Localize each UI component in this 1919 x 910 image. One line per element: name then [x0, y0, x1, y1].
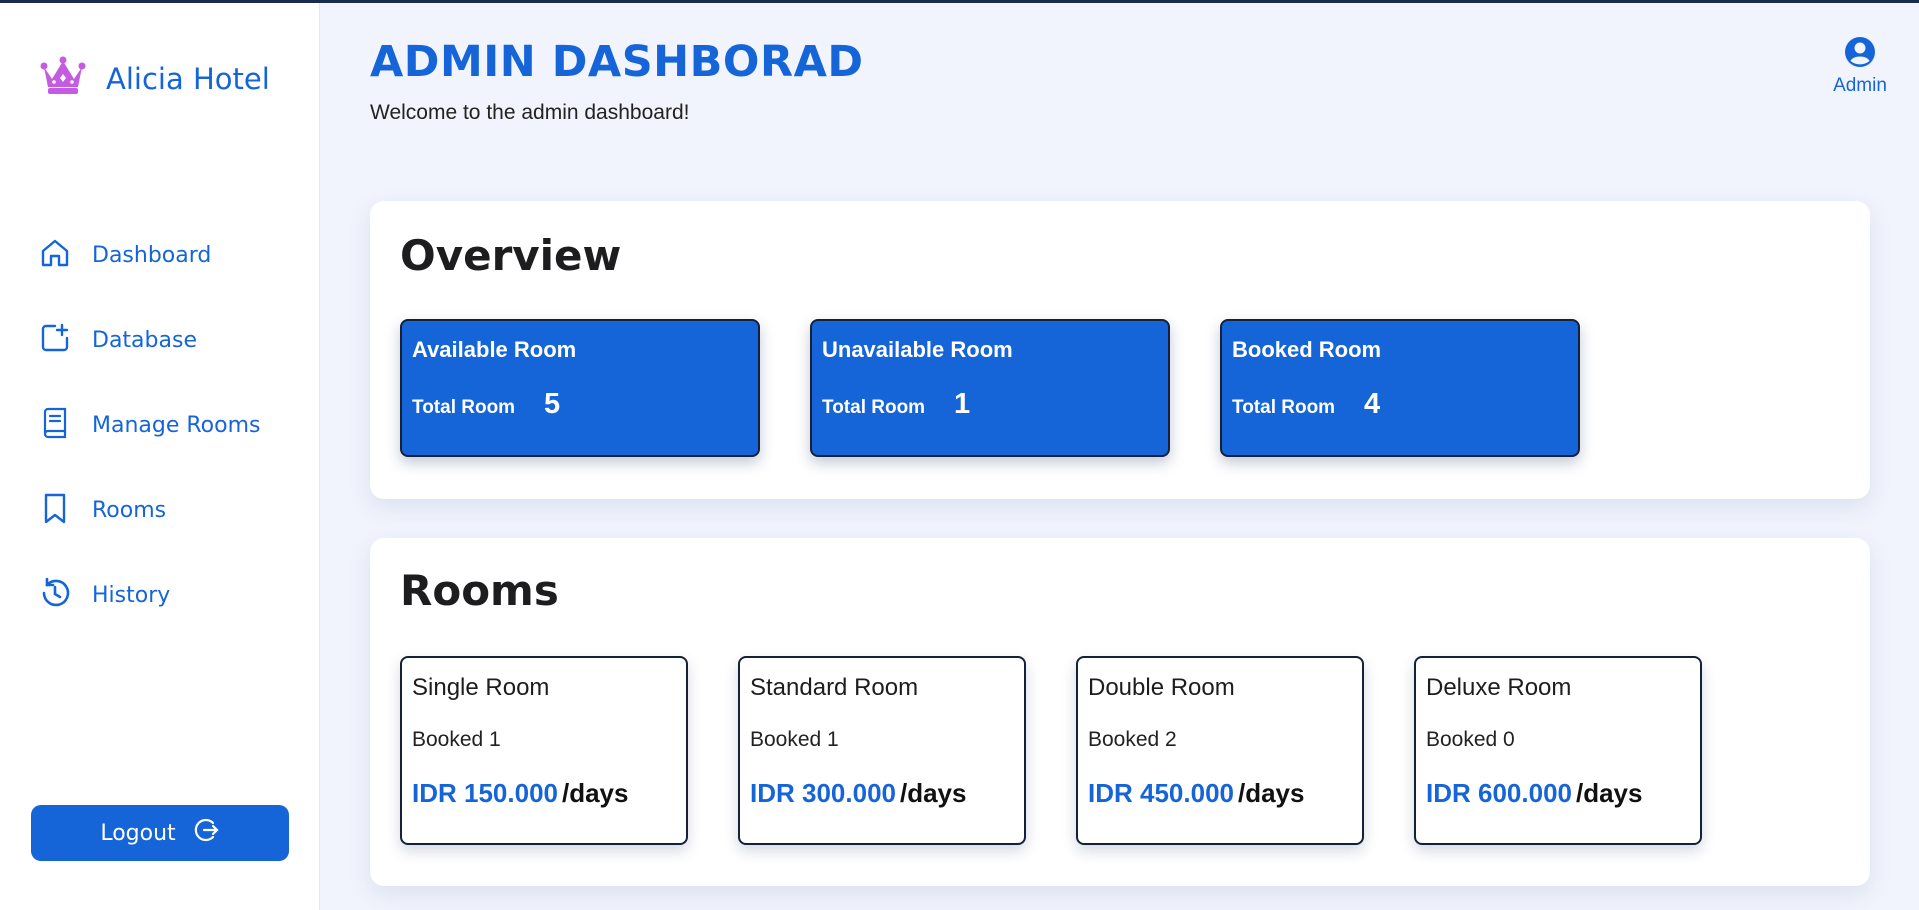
room-booked: Booked 1	[412, 728, 501, 751]
room-name: Double Room	[1088, 674, 1235, 701]
page-subtitle: Welcome to the admin dashboard!	[370, 101, 690, 124]
room-card-standard[interactable]: Standard Room Booked 1 IDR 300.000/days	[738, 656, 1026, 845]
stat-title: Booked Room	[1232, 337, 1382, 362]
sidebar-nav: Dashboard Database Manage Rooms Rooms Hi…	[38, 213, 261, 638]
room-card-single[interactable]: Single Room Booked 1 IDR 150.000/days	[400, 656, 688, 845]
stat-title: Unavailable Room	[822, 337, 1013, 362]
stat-value: 5	[544, 388, 561, 420]
sidebar-item-label: Dashboard	[92, 243, 212, 268]
sidebar-item-manage-rooms[interactable]: Manage Rooms	[38, 383, 261, 468]
stat-sub-label: Total Room	[1232, 397, 1336, 418]
logout-button[interactable]: Logout	[31, 805, 289, 861]
stat-sub-label: Total Room	[412, 397, 516, 418]
stat-value: 1	[954, 388, 971, 420]
sidebar-item-history[interactable]: History	[38, 553, 261, 638]
room-name: Single Room	[412, 674, 550, 701]
room-price: IDR 600.000	[1426, 778, 1572, 808]
overview-panel: Overview Available Room Total Room 5 Una…	[370, 201, 1870, 499]
crown-icon	[40, 55, 86, 102]
sidebar-item-dashboard[interactable]: Dashboard	[38, 213, 261, 298]
room-price-row: IDR 150.000/days	[412, 778, 628, 809]
add-document-icon	[38, 321, 72, 360]
stat-value: 4	[1364, 388, 1381, 420]
sidebar-item-database[interactable]: Database	[38, 298, 261, 383]
stat-title: Available Room	[412, 337, 577, 362]
user-label: Admin	[1833, 75, 1887, 96]
page-title: ADMIN DASHBORAD	[370, 37, 864, 87]
room-booked: Booked 1	[750, 728, 839, 751]
logout-icon	[176, 816, 220, 850]
bookmark-icon	[38, 491, 72, 530]
room-price-unit: /days	[1575, 778, 1643, 808]
room-name: Standard Room	[750, 674, 919, 701]
room-price: IDR 450.000	[1088, 778, 1234, 808]
home-icon	[38, 236, 72, 275]
stat-card-booked[interactable]: Booked Room Total Room 4	[1220, 319, 1580, 457]
room-price-row: IDR 600.000/days	[1426, 778, 1642, 809]
user-menu[interactable]: Admin	[1820, 36, 1900, 97]
room-booked: Booked 0	[1426, 728, 1515, 751]
room-price: IDR 150.000	[412, 778, 558, 808]
sidebar-item-rooms[interactable]: Rooms	[38, 468, 261, 553]
rooms-title: Rooms	[400, 566, 559, 615]
room-price-unit: /days	[1237, 778, 1305, 808]
room-price-unit: /days	[561, 778, 629, 808]
stat-sub-label: Total Room	[822, 397, 926, 418]
sidebar-item-label: Database	[92, 328, 197, 353]
sidebar-item-label: Rooms	[92, 498, 167, 523]
brand[interactable]: Alicia Hotel	[40, 55, 270, 102]
sidebar: Alicia Hotel Dashboard Database Manage R…	[0, 3, 320, 910]
sidebar-item-label: History	[92, 583, 171, 608]
logout-label: Logout	[100, 820, 176, 846]
history-icon	[38, 576, 72, 615]
user-icon	[1844, 37, 1876, 72]
room-price-row: IDR 450.000/days	[1088, 778, 1304, 809]
stat-card-unavailable[interactable]: Unavailable Room Total Room 1	[810, 319, 1170, 457]
brand-name: Alicia Hotel	[106, 61, 270, 96]
room-card-double[interactable]: Double Room Booked 2 IDR 450.000/days	[1076, 656, 1364, 845]
room-name: Deluxe Room	[1426, 674, 1572, 701]
rooms-panel: Rooms Single Room Booked 1 IDR 150.000/d…	[370, 538, 1870, 886]
room-price-row: IDR 300.000/days	[750, 778, 966, 809]
room-price-unit: /days	[899, 778, 967, 808]
room-booked: Booked 2	[1088, 728, 1177, 751]
room-card-deluxe[interactable]: Deluxe Room Booked 0 IDR 600.000/days	[1414, 656, 1702, 845]
overview-title: Overview	[400, 231, 622, 280]
sidebar-item-label: Manage Rooms	[92, 413, 261, 438]
room-price: IDR 300.000	[750, 778, 896, 808]
stat-card-available[interactable]: Available Room Total Room 5	[400, 319, 760, 457]
book-icon	[38, 406, 72, 445]
